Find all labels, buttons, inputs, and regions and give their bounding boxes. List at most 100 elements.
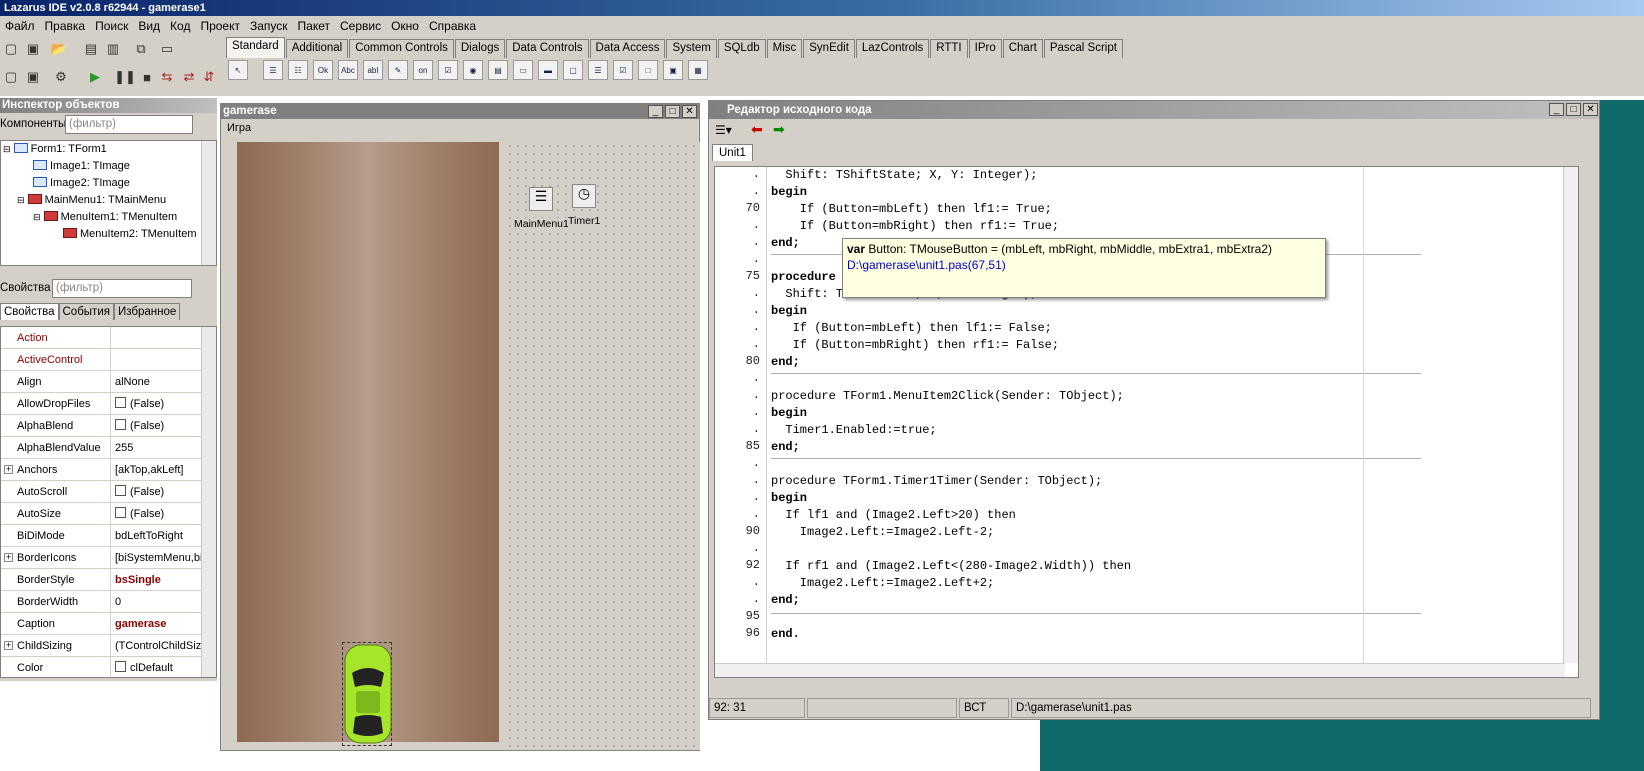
menu-tools[interactable]: Сервис <box>335 19 386 33</box>
property-row[interactable]: + BorderIcons [biSystemMenu,biM <box>1 547 216 569</box>
tree-item-menuitem1[interactable]: ⊟ MenuItem1: TMenuItem <box>33 209 177 226</box>
mainmenu-component-icon[interactable]: ☰ <box>263 60 283 80</box>
property-row[interactable]: AllowDropFiles (False) <box>1 393 216 415</box>
editor-vertical-scrollbar[interactable] <box>1563 167 1578 663</box>
property-row[interactable]: AlphaBlendValue 255 <box>1 437 216 459</box>
property-row[interactable]: BorderWidth 0 <box>1 591 216 613</box>
label-component-icon[interactable]: Abc <box>338 60 358 80</box>
new-unit-icon[interactable]: ▢ <box>2 40 20 58</box>
frame-component-icon[interactable]: ▣ <box>663 60 683 80</box>
tab-additional[interactable]: Additional <box>285 39 349 58</box>
property-row[interactable]: Color clDefault <box>1 657 216 677</box>
menu-package[interactable]: Пакет <box>293 19 335 33</box>
expand-icon[interactable]: + <box>4 553 13 562</box>
form-menu-game[interactable]: Игра <box>227 122 251 134</box>
view-forms-icon[interactable]: ▭ <box>158 40 176 58</box>
build-mode-icon[interactable]: ⚙ <box>52 68 70 86</box>
view-units-icon[interactable]: ▢ <box>2 68 20 86</box>
property-row[interactable]: BorderStyle bsSingle <box>1 569 216 591</box>
run-icon[interactable]: ▶ <box>86 68 104 86</box>
menu-run[interactable]: Запуск <box>245 19 293 33</box>
tab-ipro[interactable]: IPro <box>968 39 1002 58</box>
groupbox-component-icon[interactable]: ▢ <box>563 60 583 80</box>
expand-icon[interactable]: + <box>4 465 13 474</box>
form-design-surface[interactable]: ☰ MainMenu1 ◷ Timer1 <box>506 142 700 750</box>
memo-component-icon[interactable]: ✎ <box>388 60 408 80</box>
tab-sqldb[interactable]: SQLdb <box>717 39 766 58</box>
panel-component-icon[interactable]: □ <box>638 60 658 80</box>
property-row[interactable]: AlphaBlend (False) <box>1 415 216 437</box>
menu-code[interactable]: Код <box>165 19 195 33</box>
checkgroup-component-icon[interactable]: ☑ <box>613 60 633 80</box>
hint-source-link[interactable]: D:\gamerase\unit1.pas(67,51) <box>847 258 1321 272</box>
step-over-icon[interactable]: ⇄ <box>180 68 198 86</box>
checkbox[interactable] <box>115 507 126 518</box>
pause-icon[interactable]: ❚❚ <box>114 68 136 86</box>
step-out-icon[interactable]: ⇵ <box>200 68 218 86</box>
maximize-button[interactable]: □ <box>665 105 680 118</box>
properties-filter-input[interactable]: (фильтр) <box>52 279 192 298</box>
maximize-button[interactable]: □ <box>1566 103 1581 116</box>
tree-scrollbar[interactable] <box>201 141 216 265</box>
tab-data-access[interactable]: Data Access <box>589 39 666 58</box>
tree-item-form1[interactable]: ⊟ Form1: TForm1 <box>3 141 107 158</box>
jump-menu-icon[interactable]: ☰▾ <box>715 123 732 137</box>
listbox-component-icon[interactable]: ▤ <box>488 60 508 80</box>
property-row[interactable]: Align alNone <box>1 371 216 393</box>
toggle-form-icon[interactable]: ⧉ <box>132 40 150 58</box>
tab-unit1[interactable]: Unit1 <box>712 144 753 161</box>
menu-window[interactable]: Окно <box>386 19 424 33</box>
tab-dialogs[interactable]: Dialogs <box>454 39 506 58</box>
property-row[interactable]: Caption gamerase <box>1 613 216 635</box>
save-icon[interactable]: ▤ <box>82 40 100 58</box>
edit-component-icon[interactable]: abI <box>363 60 383 80</box>
pointer-tool-icon[interactable]: ↖ <box>228 60 248 80</box>
tree-item-image1[interactable]: Image1: TImage <box>33 158 130 175</box>
stop-icon[interactable]: ■ <box>138 68 156 86</box>
expand-icon[interactable]: + <box>4 641 13 650</box>
tree-item-image2[interactable]: Image2: TImage <box>33 175 130 192</box>
menu-search[interactable]: Поиск <box>90 19 133 33</box>
scrollbar-component-icon[interactable]: ▬ <box>538 60 558 80</box>
minimize-button[interactable]: _ <box>648 105 663 118</box>
tab-standard[interactable]: Standard <box>226 37 285 58</box>
tab-lazcontrols[interactable]: LazControls <box>855 39 930 58</box>
tree-item-menuitem2[interactable]: MenuItem2: TMenuItem <box>63 226 197 243</box>
checkbox[interactable] <box>115 397 126 408</box>
togglebox-component-icon[interactable]: on <box>413 60 433 80</box>
components-filter-input[interactable]: (фильтр) <box>65 115 193 134</box>
property-row[interactable]: AutoSize (False) <box>1 503 216 525</box>
timer-component-icon[interactable]: ◷ <box>572 184 596 208</box>
property-row[interactable]: + Anchors [akTop,akLeft] <box>1 459 216 481</box>
actionlist-component-icon[interactable]: ▦ <box>688 60 708 80</box>
button-component-icon[interactable]: Ok <box>313 60 333 80</box>
radiobutton-component-icon[interactable]: ◉ <box>463 60 483 80</box>
property-row[interactable]: AutoScroll (False) <box>1 481 216 503</box>
tab-synedit[interactable]: SynEdit <box>803 39 855 58</box>
combobox-component-icon[interactable]: ▭ <box>513 60 533 80</box>
menu-file[interactable]: Файл <box>0 19 40 33</box>
menu-view[interactable]: Вид <box>133 19 165 33</box>
tab-favorites[interactable]: Избранное <box>113 303 181 320</box>
close-button[interactable]: ✕ <box>682 105 697 118</box>
tree-item-mainmenu1[interactable]: ⊟ MainMenu1: TMainMenu <box>17 192 166 209</box>
menu-help[interactable]: Справка <box>424 19 481 33</box>
close-button[interactable]: ✕ <box>1583 103 1598 116</box>
radiogroup-component-icon[interactable]: ☰ <box>588 60 608 80</box>
tab-data-controls[interactable]: Data Controls <box>506 39 589 58</box>
new-form-icon[interactable]: ▣ <box>24 40 42 58</box>
tab-pascal-script[interactable]: Pascal Script <box>1043 39 1123 58</box>
view-forms2-icon[interactable]: ▣ <box>24 68 42 86</box>
checkbox[interactable] <box>115 485 126 496</box>
tab-system[interactable]: System <box>666 39 717 58</box>
tab-events[interactable]: События <box>58 303 114 320</box>
tab-common-controls[interactable]: Common Controls <box>349 39 454 58</box>
open-icon[interactable]: 📂 <box>50 40 68 58</box>
property-row[interactable]: BiDiMode bdLeftToRight <box>1 525 216 547</box>
property-row[interactable]: Action <box>1 327 216 349</box>
car-image[interactable] <box>342 642 392 746</box>
editor-horizontal-scrollbar[interactable] <box>715 663 1565 677</box>
step-into-icon[interactable]: ⇆ <box>158 68 176 86</box>
road-image[interactable] <box>237 142 499 746</box>
tab-properties[interactable]: Свойства <box>0 303 59 320</box>
